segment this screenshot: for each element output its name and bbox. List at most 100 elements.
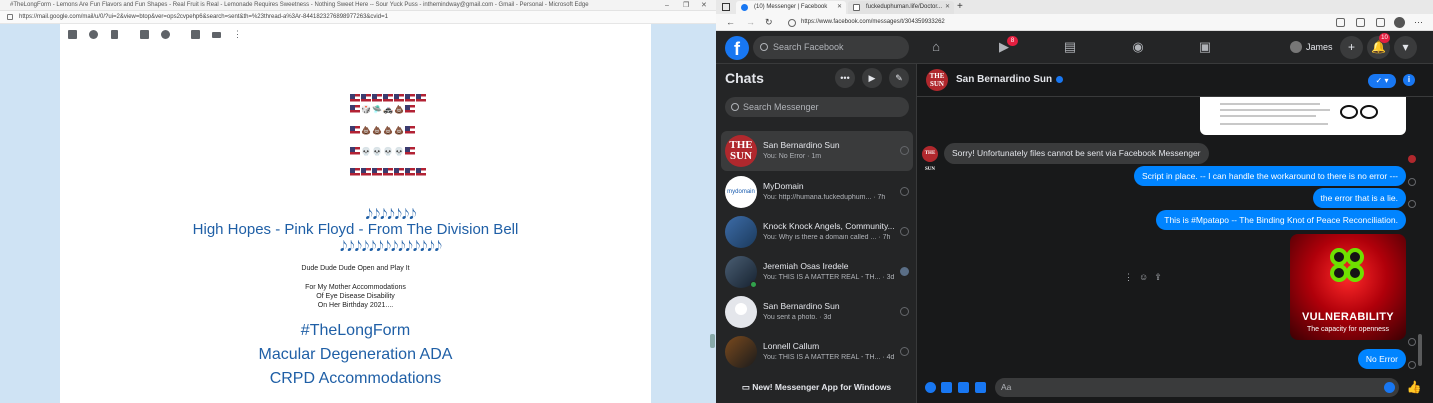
seen-avatar-icon xyxy=(900,267,909,276)
back-button[interactable]: ← xyxy=(726,14,735,31)
conversation-item[interactable]: Knock Knock Angels, Community... You: Wh… xyxy=(721,212,913,252)
conversation-item[interactable]: THE SUN San Bernardino Sun You: No Error… xyxy=(721,131,913,171)
new-messenger-app-link[interactable]: ▭ New! Messenger App for Windows xyxy=(716,376,917,398)
scrollbar-thumb[interactable] xyxy=(1418,334,1422,366)
marketplace-icon[interactable]: ▤ xyxy=(1062,39,1078,55)
online-status-dot xyxy=(750,281,757,288)
outgoing-message[interactable]: the error that is a lie. xyxy=(1312,188,1406,208)
new-room-button[interactable]: ▶ xyxy=(862,68,882,88)
avatar: THE SUN xyxy=(725,135,757,167)
thumbs-up-icon[interactable]: 👍 xyxy=(1406,379,1422,395)
more-actions-plus-icon[interactable] xyxy=(925,382,936,393)
favorites-icon[interactable] xyxy=(1356,18,1365,27)
outgoing-message[interactable]: Script in place. -- I can handle the wor… xyxy=(1133,166,1406,186)
conversation-item[interactable]: San Bernardino Sun You sent a photo. · 3… xyxy=(721,292,913,332)
create-button[interactable]: + xyxy=(1340,36,1363,59)
collections-icon[interactable] xyxy=(1376,18,1385,27)
more-actions-icon[interactable]: ⋮ xyxy=(1124,272,1133,282)
label-icon[interactable] xyxy=(212,32,221,38)
gaming-icon[interactable]: ▣ xyxy=(1197,39,1213,55)
close-tab-icon[interactable]: ✕ xyxy=(945,1,950,14)
add-task-icon[interactable] xyxy=(191,30,200,39)
tab-actions-icon[interactable] xyxy=(722,3,730,11)
gif-icon[interactable] xyxy=(975,382,986,393)
conversation-snippet: You: THIS IS A MATTER REAL - TH... · 4d xyxy=(763,354,895,361)
conversation-snippet: You: No Error · 1m xyxy=(763,153,822,160)
more-icon[interactable]: ⋮ xyxy=(233,30,242,39)
close-tab-icon[interactable]: ✕ xyxy=(837,1,842,14)
attach-photo-icon[interactable] xyxy=(941,382,952,393)
messenger-search-input[interactable]: Search Messenger xyxy=(725,97,909,117)
facebook-logo-icon[interactable]: f xyxy=(725,36,749,60)
conversation-title[interactable]: San Bernardino Sun xyxy=(956,74,1064,85)
profile-shortcut[interactable]: James xyxy=(1288,38,1333,56)
lock-icon xyxy=(7,14,13,20)
address-bar: ← → ↻ https://www.facebook.com/messages/… xyxy=(716,14,1433,31)
conversation-item[interactable]: Lonnell Callum You: THIS IS A MATTER REA… xyxy=(721,332,913,372)
refresh-button[interactable]: ↻ xyxy=(765,14,773,31)
mark-unread-icon[interactable] xyxy=(140,30,149,39)
us-flag-icon xyxy=(372,168,382,178)
report-icon[interactable] xyxy=(89,30,98,39)
conversation-snippet: You: THIS IS A MATTER REAL - TH... · 3d xyxy=(763,274,895,281)
sticker-icon[interactable] xyxy=(958,382,969,393)
conversation-pane: THE SUN San Bernardino Sun ✓ ▾ i THE SUN… xyxy=(917,64,1433,403)
account-menu-button[interactable]: ▾ xyxy=(1394,36,1417,59)
groups-icon[interactable]: ◉ xyxy=(1130,39,1146,55)
profile-avatar[interactable] xyxy=(1394,17,1405,28)
document-line xyxy=(1220,123,1328,125)
conversation-avatar[interactable]: THE SUN xyxy=(926,69,948,91)
outgoing-message[interactable]: This is #Mpatapo -- The Binding Knot of … xyxy=(1156,210,1406,230)
conversation-snippet: You sent a photo. · 3d xyxy=(763,314,832,321)
title-bar: #TheLongForm - Lemons Are Fun Flavors an… xyxy=(0,0,716,11)
delivered-icon xyxy=(1408,338,1416,346)
archive-icon[interactable] xyxy=(68,30,77,39)
new-app-label: New! Messenger App for Windows xyxy=(752,382,892,392)
minimize-button[interactable]: – xyxy=(665,0,669,11)
avatar: mydomain xyxy=(725,176,757,208)
incoming-message[interactable]: Sorry! Unfortunately files cannot be sen… xyxy=(944,143,1209,164)
new-message-button[interactable]: ✎ xyxy=(889,68,909,88)
lock-icon[interactable] xyxy=(788,19,796,27)
us-flag-icon xyxy=(383,94,393,104)
conversation-item[interactable]: mydomain MyDomain You: http://humana.fuc… xyxy=(721,172,913,212)
start-call-button[interactable]: ✓ ▾ xyxy=(1368,74,1396,88)
tab-messenger[interactable]: (10) Messenger | Facebook ✕ xyxy=(736,1,846,14)
watch-badge: 8 xyxy=(1007,36,1018,46)
forward-icon[interactable]: ⇪ xyxy=(1154,272,1162,282)
dice-icon: 🎲 xyxy=(361,105,371,114)
conversation-scrollbar[interactable] xyxy=(1418,100,1423,368)
forward-button[interactable]: → xyxy=(746,14,755,31)
document-line xyxy=(1220,109,1330,111)
tab-label: (10) Messenger | Facebook xyxy=(754,4,828,10)
react-icon[interactable]: ☺ xyxy=(1139,272,1148,282)
tab-fuckeduphuman[interactable]: fuckeduphuman.life/Doctor... ✕ xyxy=(848,1,954,14)
restore-button[interactable]: ❐ xyxy=(683,0,689,11)
url-text[interactable]: https://www.facebook.com/messages/t/3043… xyxy=(801,14,945,31)
knot-symbol-icon xyxy=(1330,248,1368,286)
emoji-icon[interactable] xyxy=(1384,382,1395,393)
emoji-row-3: 💩 💩 💩 💩 xyxy=(350,126,430,136)
facebook-search-input[interactable]: Search Facebook xyxy=(753,36,909,59)
conversation-name: Lonnell Callum xyxy=(763,341,820,351)
messenger-favicon-icon xyxy=(741,4,748,11)
address-bar[interactable]: https://mail.google.com/mail/u/0/?ui=2&v… xyxy=(0,11,716,24)
scrollbar-thumb[interactable] xyxy=(710,334,715,348)
shared-document-image[interactable] xyxy=(1200,97,1406,135)
conversation-info-icon[interactable]: i xyxy=(1403,74,1415,86)
settings-more-icon[interactable]: ⋯ xyxy=(1414,14,1423,31)
conversation-item[interactable]: Jeremiah Osas Iredele You: THIS IS A MAT… xyxy=(721,252,913,292)
shared-image-vulnerability[interactable]: VULNERABILITY The capacity for openness xyxy=(1290,234,1406,340)
new-tab-button[interactable]: + xyxy=(957,0,963,14)
url-text[interactable]: https://mail.google.com/mail/u/0/?ui=2&v… xyxy=(19,11,388,24)
chat-options-button[interactable]: ••• xyxy=(835,68,855,88)
close-button[interactable]: ✕ xyxy=(701,0,707,11)
home-icon[interactable]: ⌂ xyxy=(928,39,944,55)
message-input[interactable]: Aa xyxy=(995,378,1399,397)
messenger-window: (10) Messenger | Facebook ✕ fuckeduphuma… xyxy=(716,0,1433,403)
delete-icon[interactable] xyxy=(111,30,118,39)
site-permissions-icon[interactable] xyxy=(1336,18,1345,27)
emoji-row-4: 💀 💀 💀 💀 xyxy=(350,147,430,157)
snooze-icon[interactable] xyxy=(161,30,170,39)
outgoing-message[interactable]: No Error xyxy=(1357,349,1406,369)
